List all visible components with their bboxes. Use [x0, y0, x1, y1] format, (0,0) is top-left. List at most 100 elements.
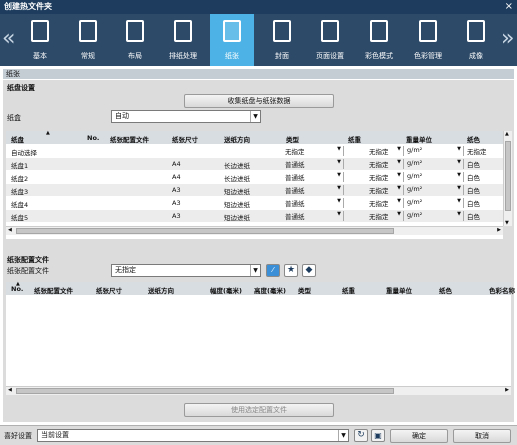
- column-header[interactable]: 纸重: [342, 285, 355, 295]
- tab-basic[interactable]: 基本: [18, 14, 62, 66]
- tab-output[interactable]: 排纸处理: [161, 14, 205, 66]
- tab-label: 页面设置: [316, 52, 344, 60]
- weight-select[interactable]: 无指定 ▼: [346, 198, 404, 208]
- type-select[interactable]: 普通纸 ▼: [284, 198, 344, 208]
- color-select[interactable]: 无指定: [466, 146, 502, 156]
- table-row[interactable]: 纸盘4 A3 短边进纸 普通纸 ▼ 无指定 ▼ g/m² ▼ 白色: [6, 197, 503, 209]
- refresh-icon[interactable]: ↻: [354, 429, 368, 442]
- scroll-thumb[interactable]: [16, 388, 394, 394]
- color-select[interactable]: 白色: [466, 198, 502, 208]
- column-header[interactable]: 类型: [298, 285, 311, 295]
- column-header[interactable]: 纸色: [439, 285, 452, 295]
- tab-paper[interactable]: 纸张: [210, 14, 254, 66]
- type-select[interactable]: 普通纸 ▼: [284, 185, 344, 195]
- type-select[interactable]: 普通纸 ▼: [284, 172, 344, 182]
- feed-direction: 长边进纸: [224, 175, 250, 183]
- cancel-button[interactable]: 取消: [453, 429, 511, 443]
- table-row[interactable]: 纸盘3 A3 短边进纸 普通纸 ▼ 无指定 ▼ g/m² ▼ 白色: [6, 184, 503, 196]
- scroll-right-icon[interactable]: ▶: [497, 227, 501, 233]
- column-header[interactable]: 重量单位: [406, 134, 432, 144]
- paper-profile-title: 纸张配置文件: [7, 256, 49, 264]
- save-icon[interactable]: ▣: [371, 429, 385, 442]
- type-select[interactable]: 普通纸 ▼: [284, 159, 344, 169]
- edit-profile-icon[interactable]: ⁄: [266, 264, 280, 277]
- nav-next-icon[interactable]: »: [501, 26, 514, 51]
- column-header[interactable]: 色彩名称: [489, 285, 515, 295]
- horizontal-scrollbar[interactable]: ◀ ▶: [6, 386, 511, 395]
- imaging-icon: [467, 20, 485, 42]
- column-header[interactable]: 纸张配置文件: [34, 285, 73, 295]
- scroll-thumb[interactable]: [16, 228, 394, 234]
- table-row[interactable]: 纸盘1 A4 长边进纸 普通纸 ▼ 无指定 ▼ g/m² ▼ 白色: [6, 158, 503, 170]
- tray-select[interactable]: 自动 ▼: [111, 110, 261, 123]
- weight-select[interactable]: 无指定 ▼: [346, 159, 404, 169]
- tab-page-setup[interactable]: 页面设置: [308, 14, 352, 66]
- tray-name: 纸盘1: [11, 162, 29, 170]
- tab-color-mode[interactable]: 彩色模式: [357, 14, 401, 66]
- paper-profile-select[interactable]: 无指定 ▼: [111, 264, 261, 277]
- scroll-thumb[interactable]: [505, 141, 511, 211]
- column-header[interactable]: 纸盘: [11, 134, 24, 144]
- star-icon[interactable]: ★: [284, 264, 298, 277]
- chevron-down-icon: ▼: [337, 159, 341, 165]
- column-header[interactable]: No.: [87, 134, 99, 142]
- color-select[interactable]: 白色: [466, 211, 502, 221]
- weight-select[interactable]: 无指定 ▼: [346, 146, 404, 156]
- type-select[interactable]: 普通纸 ▼: [284, 211, 344, 221]
- column-header[interactable]: 送纸方向: [148, 285, 174, 295]
- tray-label: 纸盒: [7, 114, 21, 122]
- color-select[interactable]: 白色: [466, 159, 502, 169]
- color-select[interactable]: 白色: [466, 185, 502, 195]
- scroll-left-icon[interactable]: ◀: [8, 387, 12, 393]
- unit-select[interactable]: g/m² ▼: [406, 211, 464, 221]
- weight-select[interactable]: 无指定 ▼: [346, 211, 404, 221]
- color-value: 白色: [467, 174, 480, 182]
- weight-select[interactable]: 无指定 ▼: [346, 172, 404, 182]
- collect-tray-data-button[interactable]: 收集纸盘与纸张数据: [184, 94, 334, 108]
- tab-layout[interactable]: 布局: [113, 14, 157, 66]
- column-header[interactable]: 送纸方向: [224, 134, 250, 144]
- column-header[interactable]: 幅度(毫米): [210, 285, 242, 295]
- window-title: 创建热文件夹: [4, 2, 52, 11]
- horizontal-scrollbar[interactable]: ◀ ▶: [6, 226, 503, 235]
- favorite-select[interactable]: 当前设置 ▼: [37, 429, 349, 442]
- column-header[interactable]: 纸色: [467, 134, 480, 144]
- type-select[interactable]: 无指定 ▼: [284, 146, 344, 156]
- table-row[interactable]: 自动选择 无指定 ▼ 无指定 ▼ g/m² ▼ 无指定: [6, 145, 503, 157]
- favorite-label: 喜好设置: [4, 432, 32, 440]
- column-header[interactable]: 纸张尺寸: [172, 134, 198, 144]
- unit-select[interactable]: g/m² ▼: [406, 198, 464, 208]
- tag-icon[interactable]: ◆: [302, 264, 316, 277]
- table-row[interactable]: 纸盘5 A3 短边进纸 普通纸 ▼ 无指定 ▼ g/m² ▼ 白色: [6, 210, 503, 222]
- unit-select[interactable]: g/m² ▼: [406, 185, 464, 195]
- scroll-up-icon[interactable]: ▲: [505, 131, 509, 137]
- column-header[interactable]: 纸张配置文件: [110, 134, 149, 144]
- dialog-footer: 喜好设置 当前设置 ▼ ↻ ▣ 确定 取消: [0, 425, 517, 445]
- tab-general[interactable]: 常规: [66, 14, 110, 66]
- unit-select[interactable]: g/m² ▼: [406, 146, 464, 156]
- column-header[interactable]: 重量单位: [386, 285, 412, 295]
- scroll-right-icon[interactable]: ▶: [505, 387, 509, 393]
- type-value: 普通纸: [285, 200, 305, 208]
- ok-button[interactable]: 确定: [390, 429, 448, 443]
- unit-select[interactable]: g/m² ▼: [406, 159, 464, 169]
- scroll-left-icon[interactable]: ◀: [8, 227, 12, 233]
- table-row[interactable]: 纸盘2 A4 长边进纸 普通纸 ▼ 无指定 ▼ g/m² ▼ 白色: [6, 171, 503, 183]
- use-selected-profile-button[interactable]: 使用选定配置文件: [184, 403, 334, 417]
- vertical-scrollbar[interactable]: ▲ ▼: [503, 131, 512, 226]
- color-value: 无指定: [467, 148, 487, 156]
- unit-select[interactable]: g/m² ▼: [406, 172, 464, 182]
- close-icon[interactable]: ×: [505, 0, 513, 14]
- weight-value: 无指定: [369, 161, 389, 169]
- column-header[interactable]: 纸张尺寸: [96, 285, 122, 295]
- weight-select[interactable]: 无指定 ▼: [346, 185, 404, 195]
- column-header[interactable]: 高度(毫米): [254, 285, 286, 295]
- tab-imaging[interactable]: 成像: [454, 14, 498, 66]
- tab-color-management[interactable]: 色彩管理: [406, 14, 450, 66]
- column-header[interactable]: 纸重: [348, 134, 361, 144]
- nav-prev-icon[interactable]: «: [2, 26, 15, 51]
- scroll-down-icon[interactable]: ▼: [505, 220, 509, 226]
- tab-cover[interactable]: 封面: [260, 14, 304, 66]
- column-header[interactable]: 类型: [286, 134, 299, 144]
- color-select[interactable]: 白色: [466, 172, 502, 182]
